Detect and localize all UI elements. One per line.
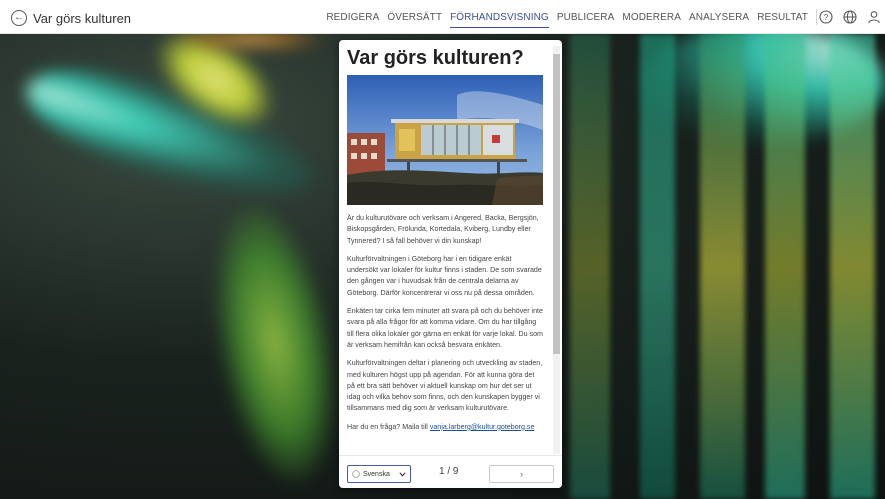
- chevron-right-icon: ›: [520, 469, 523, 479]
- svg-text:?: ?: [824, 13, 829, 22]
- top-bar: ← Var görs kulturen REDIGERA ÖVERSÄTT FÖ…: [0, 0, 885, 34]
- light-beam-green: [196, 196, 354, 492]
- curtain-stripe: [640, 34, 675, 499]
- page-indicator: 1 / 9: [439, 466, 459, 477]
- user-icon[interactable]: [867, 10, 881, 24]
- nav-resultat[interactable]: RESULTAT: [757, 0, 808, 34]
- toolbar-icons: ?: [819, 10, 881, 24]
- scrollbar-thumb[interactable]: [553, 54, 560, 354]
- hero-image: [347, 75, 543, 205]
- main-nav: REDIGERA ÖVERSÄTT FÖRHANDSVISNING PUBLIC…: [326, 0, 817, 34]
- globe-icon[interactable]: [843, 10, 857, 24]
- contact-paragraph: Har du en fråga? Maila till vanja.larber…: [347, 422, 543, 433]
- help-icon[interactable]: ?: [819, 10, 833, 24]
- back-arrow-icon[interactable]: ←: [11, 10, 27, 26]
- curtain-stripe: [570, 34, 610, 499]
- preview-footer: Svenska 1 / 9 ›: [339, 455, 562, 488]
- contact-email-link[interactable]: vanja.larberg@kultur.goteborg.se: [430, 423, 535, 431]
- language-select[interactable]: Svenska: [347, 465, 411, 483]
- curtain-stripe: [830, 34, 875, 499]
- nav-divider: [816, 9, 817, 25]
- nav-redigera[interactable]: REDIGERA: [326, 0, 379, 34]
- curtain-stripe: [765, 34, 805, 499]
- nav-analysera[interactable]: ANALYSERA: [689, 0, 749, 34]
- nav-forhandsvisning[interactable]: FÖRHANDSVISNING: [450, 0, 549, 34]
- app-title: Var görs kulturen: [33, 11, 132, 26]
- contact-prefix: Har du en fråga? Maila till: [347, 422, 430, 431]
- nav-oversatt[interactable]: ÖVERSÄTT: [387, 0, 442, 34]
- intro-paragraph: Är du kulturutövare och verksam i Angere…: [347, 214, 539, 245]
- curtain-stripe: [700, 34, 745, 499]
- globe-icon: [352, 470, 360, 478]
- nav-publicera[interactable]: PUBLICERA: [557, 0, 615, 34]
- body-paragraph: Enkäten tar cirka fem minuter att svara …: [347, 307, 543, 349]
- preview-content[interactable]: Var görs kulturen? Är du kulturutövare o…: [339, 40, 551, 455]
- next-page-button[interactable]: ›: [489, 465, 554, 483]
- language-label: Svenska: [363, 470, 390, 478]
- body-paragraph: Kulturförvaltningen i Göteborg har i en …: [347, 254, 542, 297]
- survey-preview-card: Var görs kulturen? Är du kulturutövare o…: [339, 40, 562, 488]
- chevron-down-icon: [399, 471, 406, 477]
- scrollbar[interactable]: [553, 46, 560, 454]
- body-paragraph: Kulturförvaltningen deltar i planering o…: [347, 359, 543, 413]
- nav-moderera[interactable]: MODERERA: [622, 0, 681, 34]
- survey-title: Var görs kulturen?: [347, 47, 524, 69]
